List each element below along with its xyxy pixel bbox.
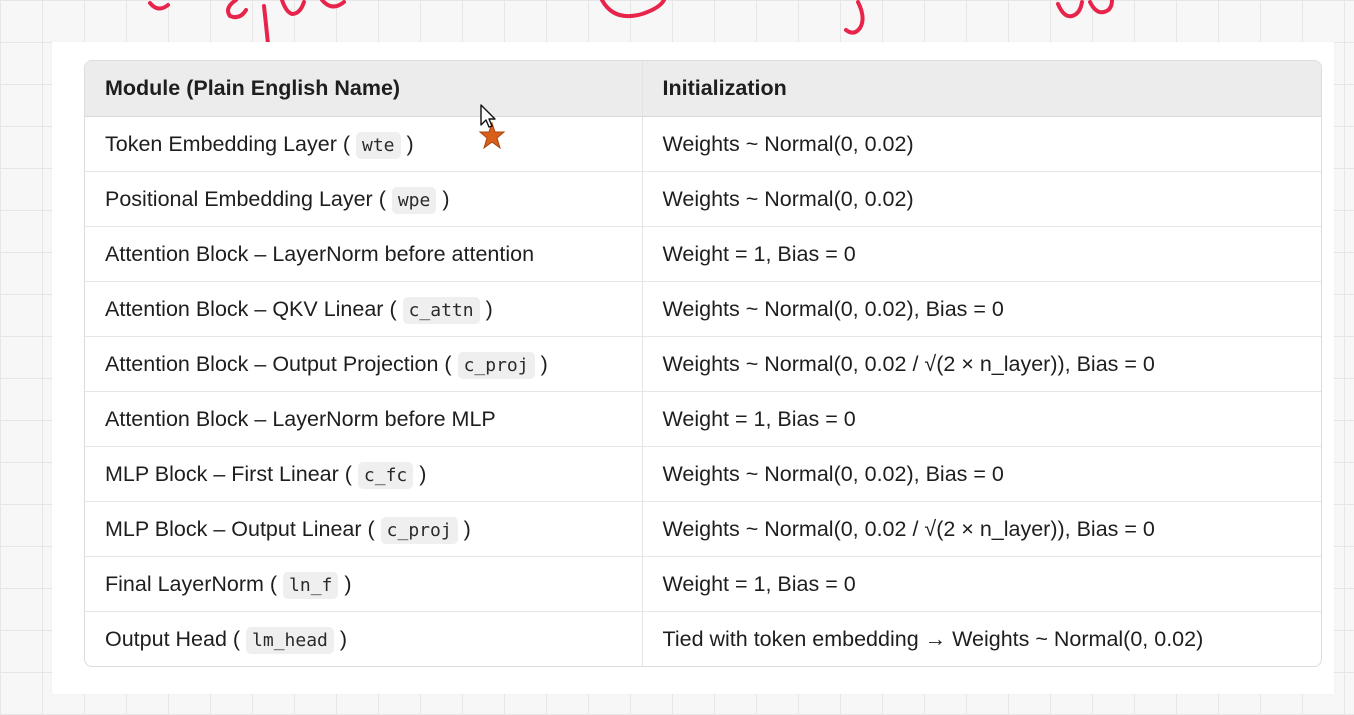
module-name: Positional Embedding Layer <box>105 186 373 211</box>
module-name: Output Head <box>105 626 227 651</box>
header-module: Module (Plain English Name) <box>85 61 642 117</box>
module-cell: Attention Block – Output Projection ( c_… <box>85 336 642 392</box>
module-name: Attention Block – LayerNorm before MLP <box>105 406 496 431</box>
table-row: Output Head ( lm_head ) Tied with token e… <box>85 611 1321 666</box>
table-row: MLP Block – Output Linear ( c_proj ) Weig… <box>85 501 1321 557</box>
initialization-cell: Weights ~ Normal(0, 0.02 / √(2 × n_layer… <box>641 336 1321 392</box>
initialization-cell: Weights ~ Normal(0, 0.02), Bias = 0 <box>641 446 1321 502</box>
initialization-cell: Weight = 1, Bias = 0 <box>641 391 1321 447</box>
module-name: Token Embedding Layer <box>105 131 337 156</box>
table-row: Attention Block – Output Projection ( c_… <box>85 336 1321 392</box>
module-cell: Output Head ( lm_head ) <box>85 611 642 666</box>
module-name: Final LayerNorm <box>105 571 264 596</box>
module-cell: Token Embedding Layer ( wte ) <box>85 117 642 172</box>
initialization-cell: Weight = 1, Bias = 0 <box>641 226 1321 282</box>
table-row: Attention Block – LayerNorm before MLP We… <box>85 391 1321 447</box>
module-code: c_fc <box>357 461 414 489</box>
module-code: c_proj <box>457 351 535 379</box>
module-code: wpe <box>391 186 437 214</box>
table-header-row: Module (Plain English Name) Initializati… <box>85 61 1321 117</box>
initialization-table: Module (Plain English Name) Initializati… <box>84 60 1322 667</box>
initialization-cell: Weights ~ Normal(0, 0.02), Bias = 0 <box>641 281 1321 337</box>
module-code: lm_head <box>246 626 334 654</box>
module-name: Attention Block – Output Projection <box>105 351 439 376</box>
module-name: Attention Block – LayerNorm before atten… <box>105 241 535 266</box>
module-cell: MLP Block – Output Linear ( c_proj ) <box>85 501 642 557</box>
initialization-cell: Weights ~ Normal(0, 0.02) <box>641 116 1321 172</box>
initialization-cell: Weights ~ Normal(0, 0.02 / √(2 × n_layer… <box>641 501 1321 557</box>
module-cell: Positional Embedding Layer ( wpe ) <box>85 171 642 227</box>
module-code: c_proj <box>380 516 458 544</box>
module-code: c_attn <box>402 296 480 324</box>
table-row: Token Embedding Layer ( wte ) Weights ~ N… <box>85 116 1321 172</box>
initialization-cell: Weight = 1, Bias = 0 <box>641 556 1321 612</box>
table-row: Positional Embedding Layer ( wpe ) Weight… <box>85 171 1321 227</box>
module-cell: MLP Block – First Linear ( c_fc ) <box>85 446 642 502</box>
module-cell: Attention Block – LayerNorm before MLP <box>85 391 642 447</box>
module-code: ln_f <box>283 571 339 599</box>
module-cell: Attention Block – QKV Linear ( c_attn ) <box>85 281 642 337</box>
module-name: MLP Block – First Linear <box>105 461 339 486</box>
table-row: Attention Block – QKV Linear ( c_attn ) W… <box>85 281 1321 337</box>
module-name: MLP Block – Output Linear <box>105 516 362 541</box>
module-cell: Attention Block – LayerNorm before atten… <box>85 226 642 282</box>
initialization-cell: Tied with token embedding → Weights ~ No… <box>641 611 1321 666</box>
table-row: Final LayerNorm ( ln_f ) Weight = 1, Bias… <box>85 556 1321 612</box>
table-row: Attention Block – LayerNorm before atten… <box>85 226 1321 282</box>
content-card: Module (Plain English Name) Initializati… <box>52 42 1334 694</box>
header-initialization: Initialization <box>641 61 1321 117</box>
module-name: Attention Block – QKV Linear <box>105 296 384 321</box>
module-code: wte <box>355 131 401 159</box>
initialization-cell: Weights ~ Normal(0, 0.02) <box>641 171 1321 227</box>
table-row: MLP Block – First Linear ( c_fc ) Weights… <box>85 446 1321 502</box>
module-cell: Final LayerNorm ( ln_f ) <box>85 556 642 612</box>
